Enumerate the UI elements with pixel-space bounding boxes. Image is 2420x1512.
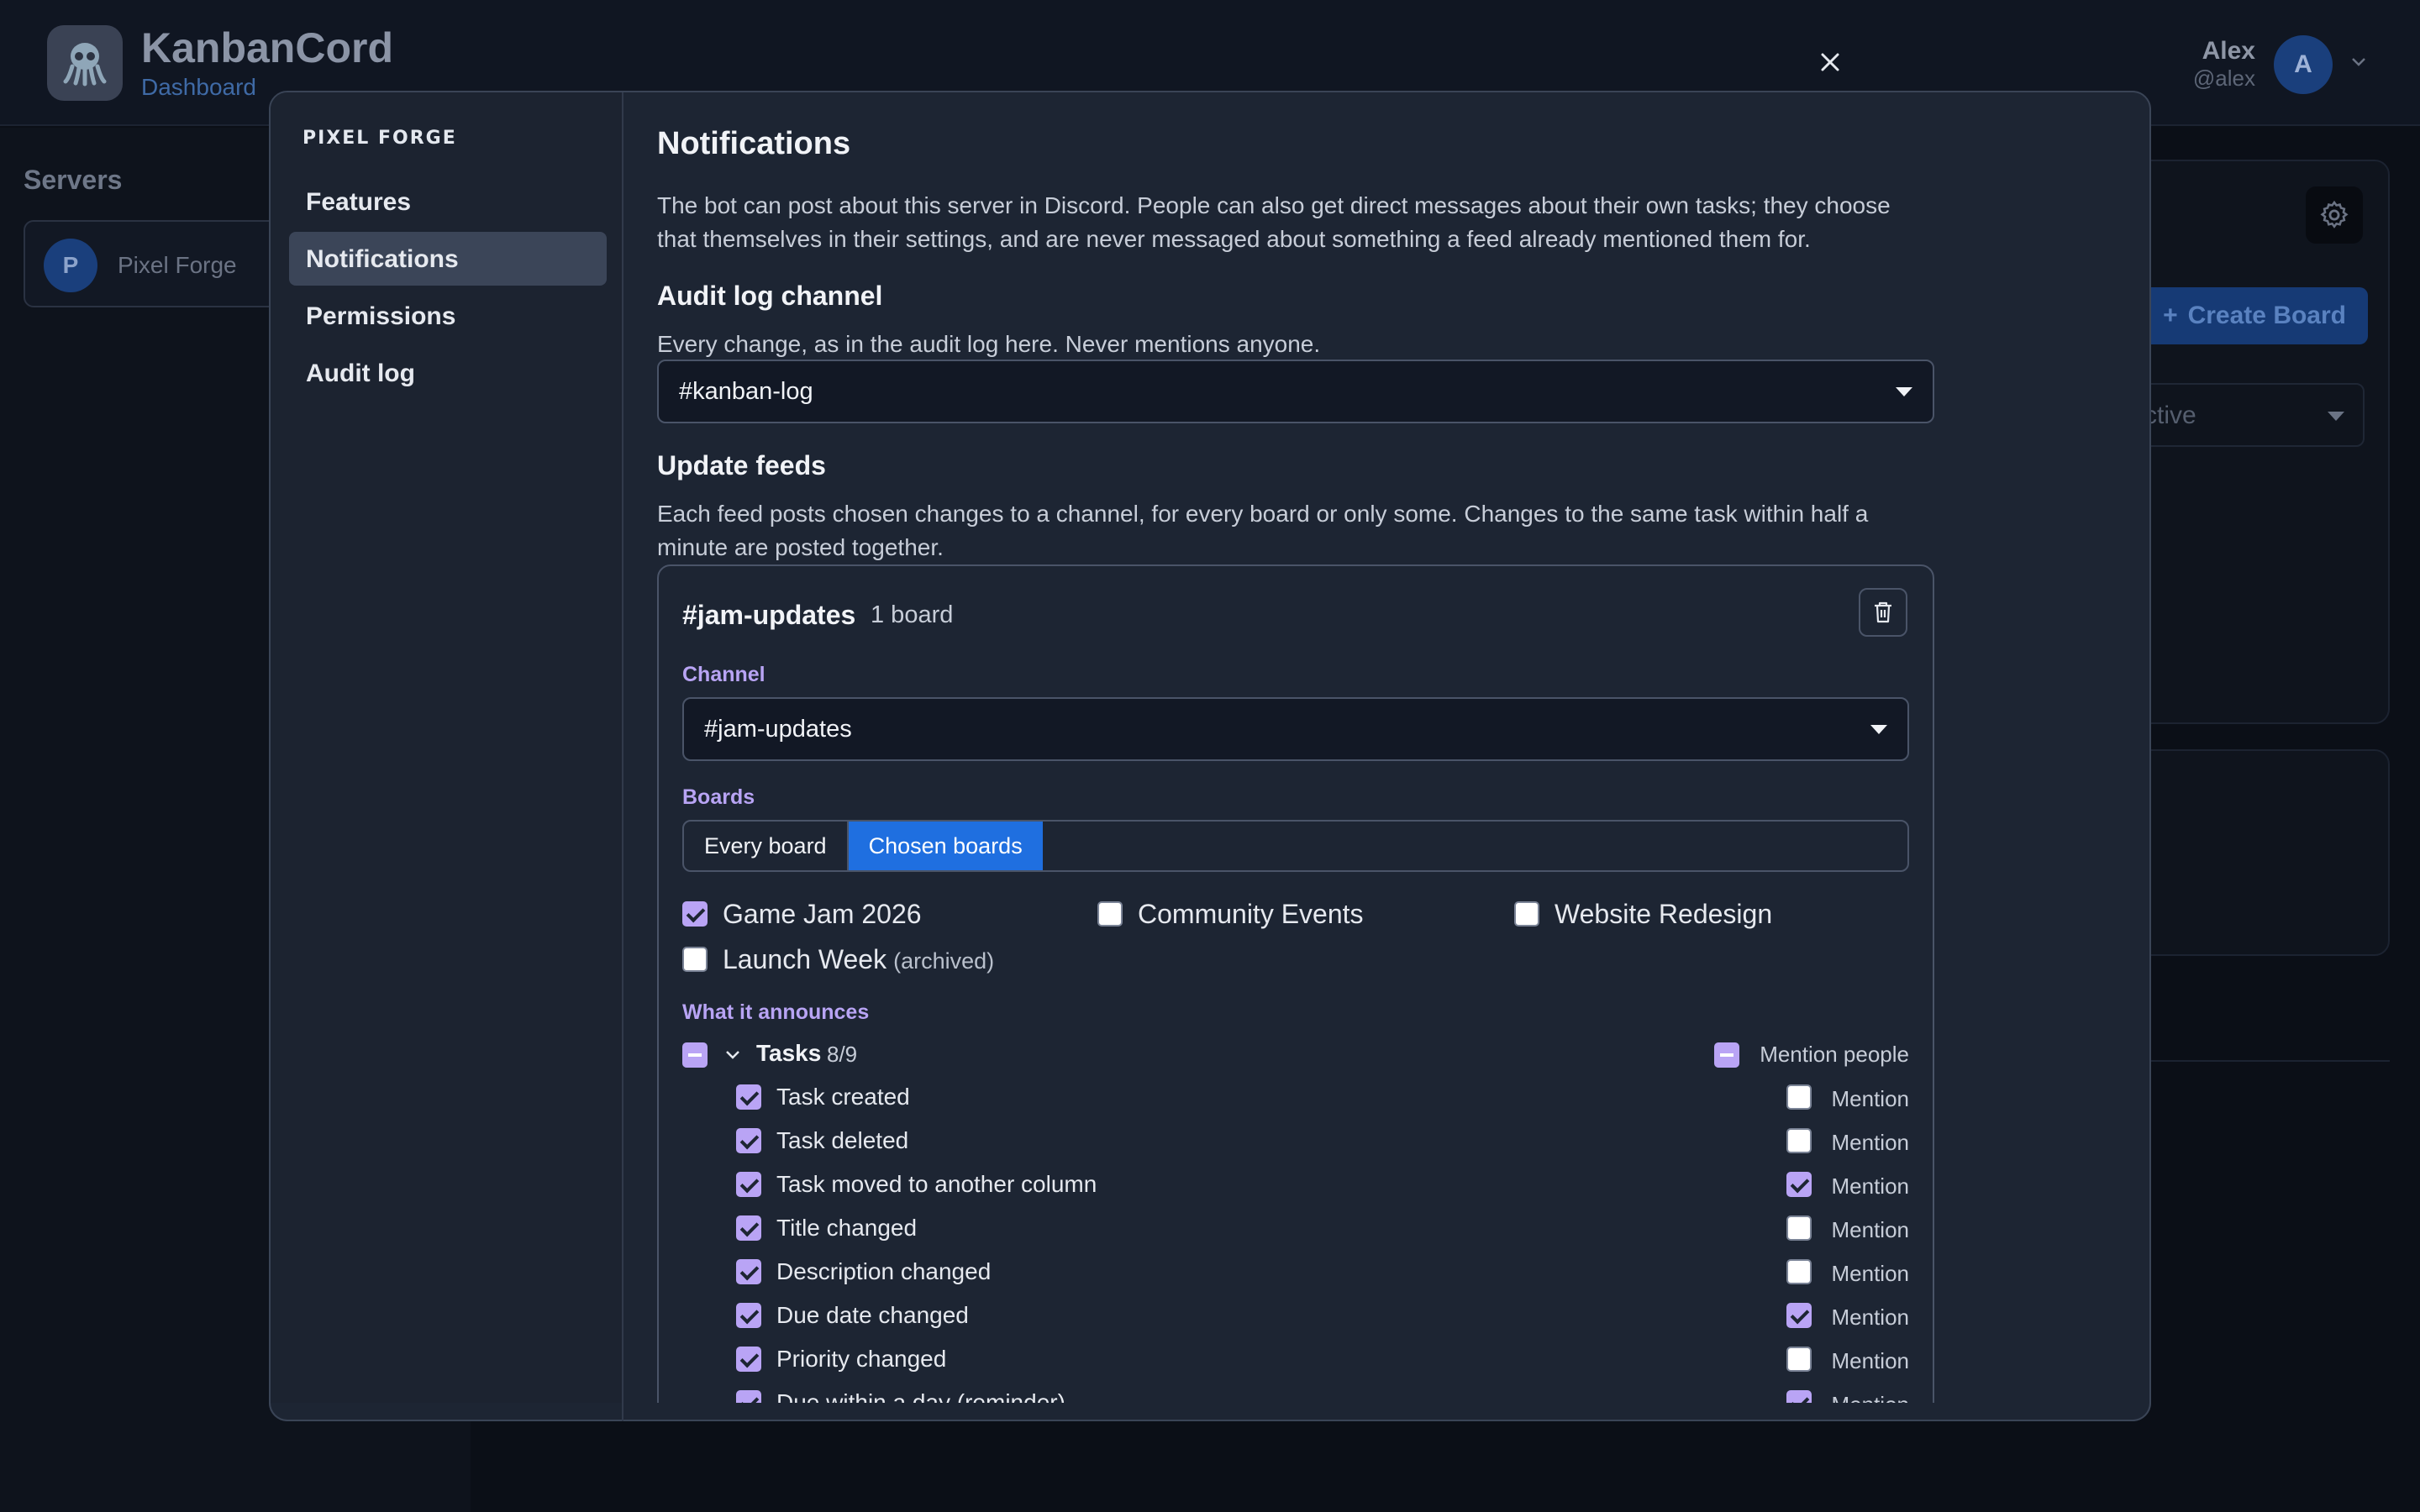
audit-section-title: Audit log channel	[657, 281, 883, 311]
nav-item-permissions[interactable]: Permissions	[289, 289, 607, 343]
sidebar-bottom	[0, 1421, 471, 1512]
caret-down-icon	[1870, 725, 1887, 734]
mention-checkbox[interactable]	[1786, 1084, 1812, 1110]
feeds-section-title: Update feeds	[657, 450, 826, 480]
caret-down-icon	[1896, 387, 1912, 396]
mention-checkbox[interactable]	[1786, 1303, 1812, 1328]
channel-label: Channel	[682, 663, 765, 686]
server-avatar: P	[44, 239, 97, 292]
event-checkbox-title-changed[interactable]	[736, 1215, 761, 1241]
nav-divider	[622, 1403, 623, 1421]
delete-feed-button[interactable]	[1859, 588, 1907, 637]
board-label-game-jam: Game Jam 2026	[723, 899, 922, 929]
server-name: Pixel Forge	[118, 252, 237, 278]
feed-channel-select[interactable]: #jam-updates	[682, 697, 1909, 761]
mention-label: Mention	[1831, 1173, 1910, 1199]
board-filter-select[interactable]: ctive	[2134, 383, 2365, 447]
mention-label: Mention	[1831, 1305, 1910, 1330]
event-checkbox-due-date-changed[interactable]	[736, 1303, 761, 1328]
gear-icon	[2320, 200, 2349, 228]
app-logo[interactable]	[47, 25, 123, 101]
event-label: Task moved to another column	[776, 1171, 1097, 1197]
board-checkbox-launch-week[interactable]	[682, 947, 708, 972]
mention-checkbox[interactable]	[1786, 1172, 1812, 1197]
board-filter-value: ctive	[2144, 402, 2196, 429]
event-checkbox-priority-changed[interactable]	[736, 1347, 761, 1372]
chevron-down-icon[interactable]	[2349, 52, 2368, 71]
board-checkbox-website-redesign[interactable]	[1514, 901, 1539, 927]
event-label: Description changed	[776, 1258, 992, 1284]
feed-name: #jam-updates	[682, 600, 856, 630]
tasks-group-checkbox[interactable]	[682, 1042, 708, 1068]
feeds-description-line-1: Each feed posts chosen changes to a chan…	[657, 501, 1869, 527]
board-checkbox-community-events[interactable]	[1097, 901, 1123, 927]
nav-item-notifications[interactable]: Notifications	[289, 232, 607, 286]
app-subtitle[interactable]: Dashboard	[141, 74, 256, 101]
board-label-website-redesign: Website Redesign	[1555, 899, 1773, 929]
event-label: Task deleted	[776, 1127, 909, 1153]
board-checkbox-game-jam[interactable]	[682, 901, 708, 927]
archived-tag: (archived)	[893, 948, 995, 974]
mention-checkbox[interactable]	[1786, 1347, 1812, 1372]
nav-item-features[interactable]: Features	[289, 175, 607, 228]
create-board-label: Create Board	[2187, 302, 2346, 329]
nav-item-audit-log[interactable]: Audit log	[289, 346, 607, 400]
mention-all-label: Mention people	[1760, 1042, 1909, 1067]
board-label-community-events: Community Events	[1138, 899, 1364, 929]
create-board-button[interactable]: + Create Board	[2141, 287, 2368, 344]
event-checkbox-task-moved[interactable]	[736, 1172, 761, 1197]
event-checkbox-task-created[interactable]	[736, 1084, 761, 1110]
feed-channel-value: #jam-updates	[704, 715, 852, 743]
mention-all-checkbox[interactable]	[1714, 1042, 1739, 1068]
mention-label: Mention	[1831, 1086, 1910, 1111]
modal-bottom-edge	[269, 1403, 2151, 1421]
scope-chosen-boards[interactable]: Chosen boards	[848, 822, 1043, 870]
caret-down-icon	[2328, 412, 2344, 421]
mention-label: Mention	[1831, 1348, 1910, 1373]
board-name: Launch Week	[723, 944, 887, 974]
mention-checkbox[interactable]	[1786, 1128, 1812, 1153]
close-button[interactable]	[1807, 39, 1854, 86]
plus-icon: +	[2163, 302, 2178, 329]
mention-checkbox[interactable]	[1786, 1259, 1812, 1284]
event-checkbox-task-deleted[interactable]	[736, 1128, 761, 1153]
event-checkbox-description-changed[interactable]	[736, 1259, 761, 1284]
boards-label: Boards	[682, 785, 755, 809]
announces-label: What it announces	[682, 1000, 870, 1024]
audit-channel-select[interactable]: #kanban-log	[657, 360, 1934, 423]
settings-nav: PIXEL FORGE Features Notifications Permi…	[271, 92, 623, 1420]
user-handle: @alex	[2192, 66, 2255, 91]
settings-button[interactable]	[2306, 186, 2363, 244]
intro-line-2: that themselves in their settings, and a…	[657, 226, 1811, 252]
octopus-icon	[63, 43, 107, 87]
tasks-group-count: 8/9	[827, 1042, 858, 1067]
audit-description: Every change, as in the audit log here. …	[657, 331, 1321, 357]
tasks-group-label: Tasks	[756, 1040, 822, 1066]
event-label: Due date changed	[776, 1302, 969, 1328]
trash-icon	[1875, 601, 1891, 623]
feed-board-count: 1 board	[871, 601, 954, 628]
audit-channel-value: #kanban-log	[679, 377, 813, 405]
page-title: Notifications	[657, 126, 851, 161]
scope-every-board[interactable]: Every board	[684, 822, 849, 870]
event-label: Priority changed	[776, 1346, 947, 1372]
event-label: Task created	[776, 1084, 910, 1110]
mention-label: Mention	[1831, 1261, 1910, 1286]
app-title: KanbanCord	[141, 24, 393, 71]
close-icon	[1821, 53, 1839, 71]
mention-label: Mention	[1831, 1130, 1910, 1155]
user-avatar[interactable]: A	[2274, 35, 2333, 94]
chevron-down-icon[interactable]	[724, 1047, 741, 1063]
board-label-launch-week: Launch Week (archived)	[723, 944, 994, 975]
nav-server-heading: PIXEL FORGE	[302, 128, 457, 149]
intro-line-1: The bot can post about this server in Di…	[657, 192, 1891, 218]
board-scope-toggle: Every board Chosen boards	[682, 820, 1909, 872]
servers-title: Servers	[24, 165, 123, 195]
mention-checkbox[interactable]	[1786, 1215, 1812, 1241]
feeds-description-line-2: minute are posted together.	[657, 534, 944, 560]
event-label: Title changed	[776, 1215, 918, 1241]
user-name: Alex	[2202, 37, 2255, 65]
mention-label: Mention	[1831, 1217, 1910, 1242]
